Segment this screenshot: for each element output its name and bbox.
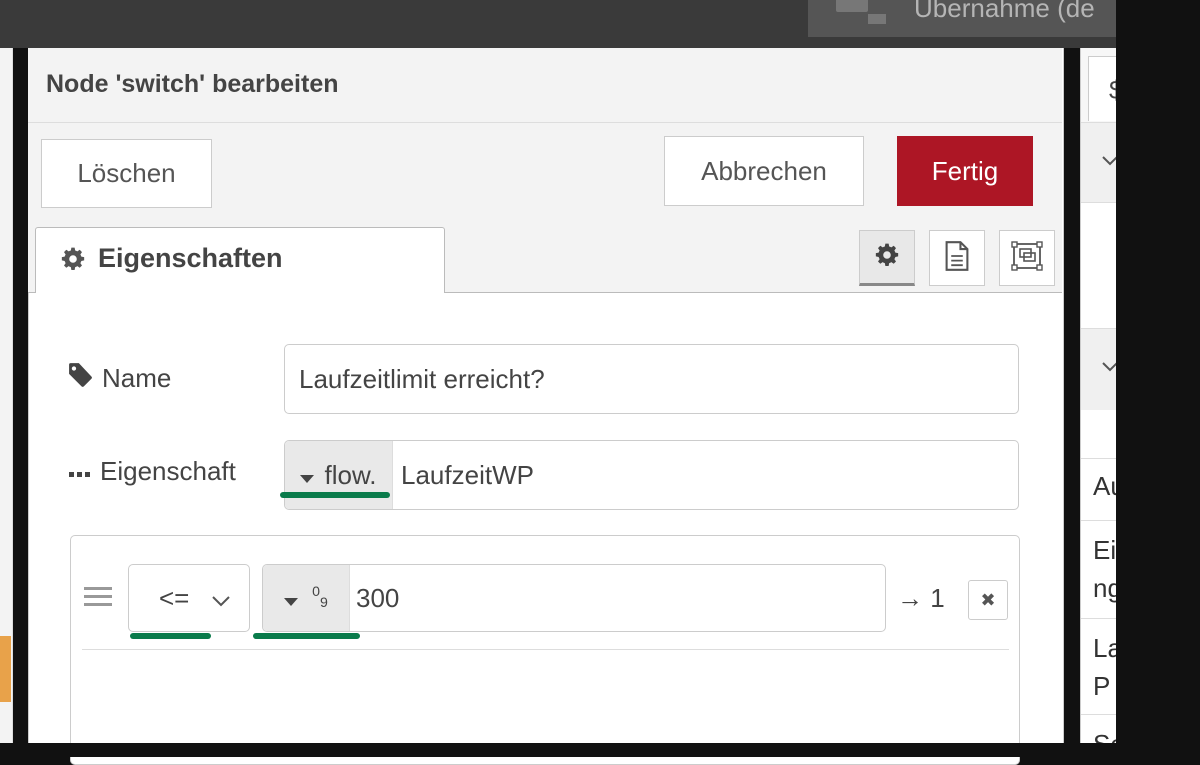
deploy-icon — [836, 0, 868, 12]
drag-handle-icon[interactable] — [84, 584, 112, 615]
rule-operator-value: <= — [159, 582, 190, 613]
sidebar-row-text: Au — [1093, 471, 1116, 501]
property-input[interactable]: flow. LaufzeitWP — [284, 440, 1019, 510]
gear-icon — [60, 246, 86, 277]
remove-rule-button[interactable]: ✖ — [968, 580, 1008, 620]
rule-operator-focus-underline — [130, 633, 211, 639]
sidebar-row-text: ng — [1093, 573, 1116, 603]
sidebar-row-text: P — [1093, 671, 1111, 701]
ellipsis-icon — [68, 456, 92, 487]
chevron-down-icon — [211, 583, 231, 614]
property-type-focus-underline — [280, 492, 390, 498]
sidebar-row: Ei ng — [1081, 520, 1116, 618]
number-type-icon: 09 — [312, 585, 328, 610]
name-label: Name — [68, 362, 171, 395]
tag-icon — [68, 362, 94, 395]
appearance-icon — [1011, 240, 1043, 276]
screen-border — [1116, 0, 1200, 757]
name-input[interactable]: Laufzeitlimit erreicht? — [284, 344, 1019, 414]
chevron-down-icon — [1101, 147, 1116, 173]
rule-value-input[interactable]: 09 300 — [262, 564, 886, 632]
sidebar-tab[interactable]: $ — [1088, 56, 1123, 121]
name-label-text: Name — [102, 363, 172, 393]
gear-icon — [874, 242, 900, 273]
cancel-button[interactable]: Abbrechen — [664, 136, 864, 206]
number-type-glyph-top: 0 — [312, 584, 320, 601]
property-input-value: LaufzeitWP — [401, 459, 534, 490]
caret-down-icon — [284, 583, 299, 614]
rule-output-port: → 1 — [897, 583, 945, 613]
caret-down-icon — [300, 460, 315, 491]
property-label: Eigenschaft — [68, 456, 236, 487]
rule-divider — [82, 649, 1009, 650]
rule-value-type-focus-underline — [253, 633, 360, 639]
delete-button[interactable]: Löschen — [41, 139, 212, 208]
close-icon: ✖ — [980, 589, 996, 610]
number-type-glyph-bottom: 9 — [320, 595, 328, 612]
tab-properties-label: Eigenschaften — [98, 243, 283, 273]
property-label-text: Eigenschaft — [100, 456, 236, 486]
sidebar-row: La P — [1081, 618, 1116, 714]
name-input-value: Laufzeitlimit erreicht? — [299, 363, 545, 394]
rule-value-text: 300 — [356, 582, 400, 613]
workspace-node[interactable] — [0, 636, 11, 702]
tab-settings-button[interactable] — [859, 230, 915, 286]
sidebar-row-text: Ei — [1093, 535, 1116, 565]
tab-appearance-button[interactable] — [999, 230, 1055, 286]
tray-title: Node 'switch' bearbeiten — [46, 70, 339, 98]
chevron-down-icon — [1101, 353, 1116, 379]
deploy-icon-part — [868, 14, 886, 24]
property-type-select[interactable]: flow. — [285, 441, 393, 509]
sidebar-section-header[interactable] — [1081, 328, 1116, 410]
sidebar-row-text: La — [1093, 633, 1116, 663]
sidebar-section-content — [1081, 202, 1116, 328]
sidebar-section-content — [1081, 410, 1116, 458]
tab-description-button[interactable] — [929, 230, 985, 286]
rule-value-type-select[interactable]: 09 — [263, 565, 350, 631]
sidebar-section-header[interactable] — [1081, 122, 1116, 202]
document-icon — [944, 240, 970, 276]
property-type-label: flow. — [324, 459, 377, 490]
rule-operator-select[interactable]: <= — [128, 564, 250, 632]
deploy-button[interactable]: Übernahme (de — [808, 0, 1116, 37]
sidebar-row: Au — [1081, 458, 1116, 520]
done-button[interactable]: Fertig — [897, 136, 1033, 206]
screen-border — [0, 743, 1200, 757]
deploy-label: Übernahme (de — [914, 0, 1095, 23]
